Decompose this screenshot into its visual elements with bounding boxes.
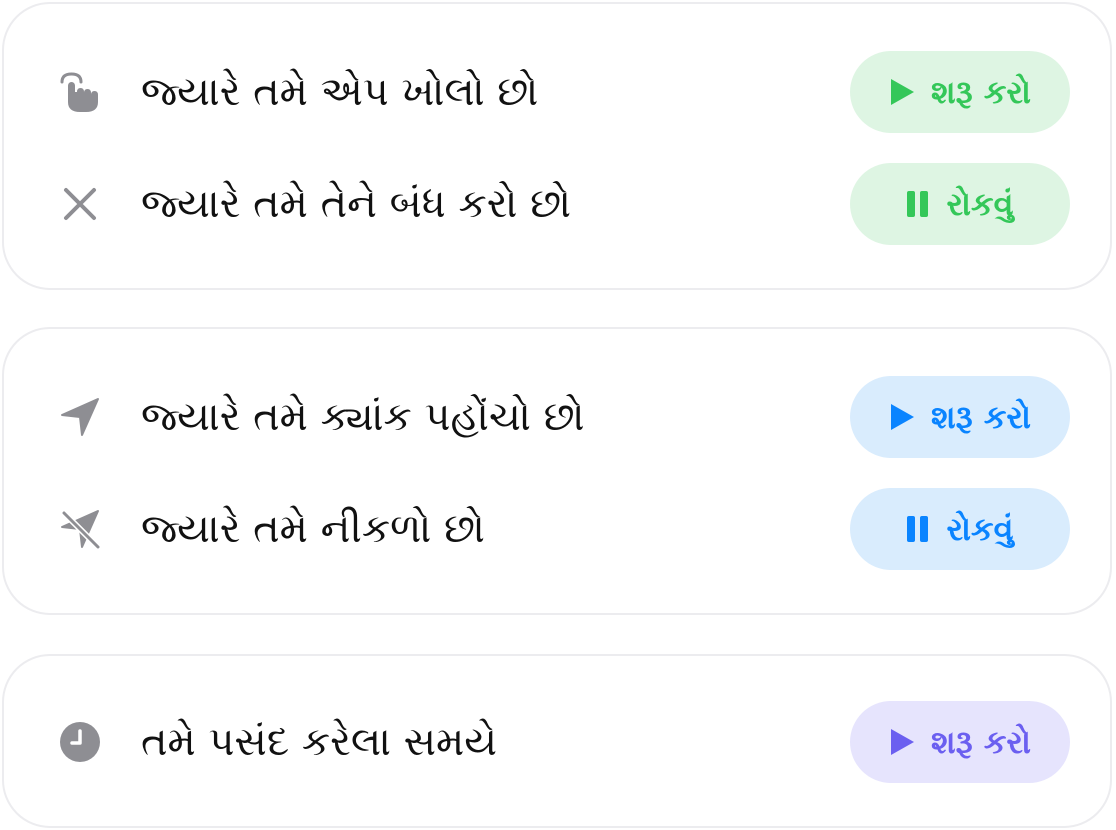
stop-button[interactable]: રોકવું <box>850 488 1070 570</box>
start-button[interactable]: શરૂ કરો <box>850 701 1070 783</box>
app-trigger-card: જ્યારે તમે એપ ખોલો છો શરૂ કરો જ્યારે તમે… <box>2 2 1112 290</box>
stop-button-label: રોકવું <box>946 509 1014 548</box>
start-button[interactable]: શરૂ કરો <box>850 51 1070 133</box>
start-button-label: શરૂ કરો <box>931 397 1031 436</box>
start-button[interactable]: શરૂ કરો <box>850 376 1070 458</box>
pause-icon <box>906 515 930 543</box>
trigger-row-app-open: જ્યારે તમે એપ ખોલો છો શરૂ કરો <box>4 51 1110 133</box>
trigger-label: જ્યારે તમે તેને બંધ કરો છો <box>141 181 572 227</box>
play-icon <box>889 403 915 431</box>
location-off-icon <box>58 509 102 549</box>
play-icon <box>889 728 915 756</box>
stop-button-label: રોકવું <box>946 184 1014 223</box>
location-arrow-icon <box>58 397 102 437</box>
trigger-row-time: તમે પસંદ કરેલા સમયે શરૂ કરો <box>4 701 1110 783</box>
trigger-label: જ્યારે તમે નીકળો છો <box>141 506 485 552</box>
trigger-row-app-close: જ્યારે તમે તેને બંધ કરો છો રોકવું <box>4 163 1110 245</box>
time-trigger-card: તમે પસંદ કરેલા સમયે શરૂ કરો <box>2 654 1112 828</box>
pause-icon <box>906 190 930 218</box>
close-icon <box>58 184 102 224</box>
start-button-label: શરૂ કરો <box>931 722 1031 761</box>
clock-icon <box>58 722 102 762</box>
trigger-row-leave: જ્યારે તમે નીકળો છો રોકવું <box>4 488 1110 570</box>
start-button-label: શરૂ કરો <box>931 72 1031 111</box>
trigger-label: જ્યારે તમે ક્યાંક પહોંચો છો <box>141 394 585 440</box>
trigger-label: તમે પસંદ કરેલા સમયે <box>141 719 497 765</box>
stop-button[interactable]: રોકવું <box>850 163 1070 245</box>
trigger-row-arrive: જ્યારે તમે ક્યાંક પહોંચો છો શરૂ કરો <box>4 376 1110 458</box>
trigger-label: જ્યારે તમે એપ ખોલો છો <box>141 69 539 115</box>
play-icon <box>889 78 915 106</box>
hand-tap-icon <box>58 72 102 112</box>
location-trigger-card: જ્યારે તમે ક્યાંક પહોંચો છો શરૂ કરો જ્યા… <box>2 327 1112 615</box>
